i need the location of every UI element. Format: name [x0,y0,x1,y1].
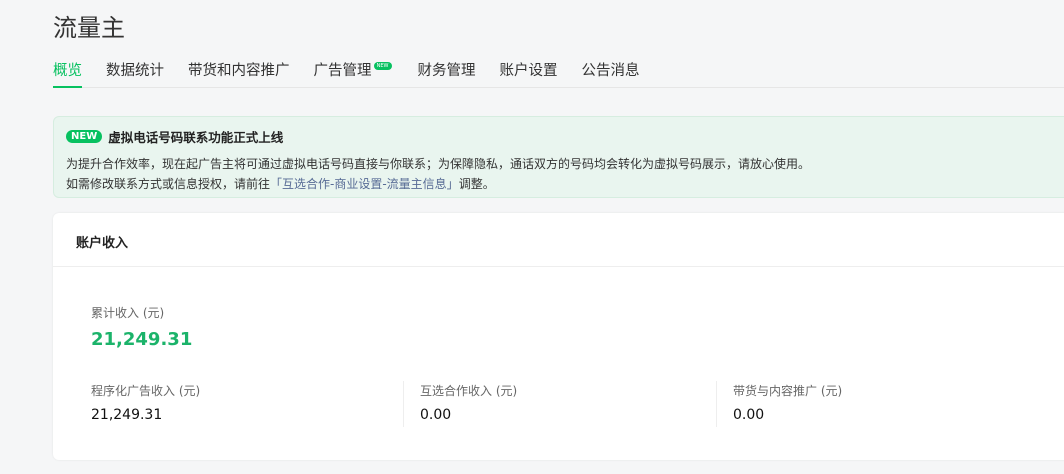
notice-text: 调整。 [458,177,495,191]
tab-finance[interactable]: 财务管理 [418,58,476,88]
notice-title: 虚拟电话号码联系功能正式上线 [108,130,284,145]
account-income-card: 账户收入 累计收入 (元) 21,249.31 程序化广告收入 (元) 21,24… [53,213,1064,460]
notice-line-2: 如需修改联系方式或信息授权，请前往「互选合作-商业设置-流量主信息」调整。 [66,174,1061,194]
main-tabs: 概览 数据统计 带货和内容推广 广告管理 NEW 财务管理 账户设置 公告消息 [53,58,1064,88]
new-tag: NEW [66,130,103,143]
settings-link[interactable]: 「互选合作-商业设置-流量主信息」 [270,177,459,191]
app-title: 流量主 [53,14,125,42]
income-item: 程序化广告收入 (元) 21,249.31 [91,381,404,427]
tab-account-settings[interactable]: 账户设置 [500,58,558,88]
income-item-label: 程序化广告收入 (元) [91,384,201,398]
notice-line-1: 为提升合作效率，现在起广告主将可通过虚拟电话号码直接与你联系；为保障隐私，通话双… [66,157,811,171]
income-item-label: 互选合作收入 (元) [420,384,518,398]
total-income-label: 累计收入 (元) [91,306,165,320]
tab-ad-management[interactable]: 广告管理 NEW [313,58,392,88]
income-item-value: 0.00 [420,407,452,423]
tab-label: 广告管理 [313,63,372,79]
income-item-value: 21,249.31 [91,407,163,423]
total-income-value: 21,249.31 [91,329,193,350]
notice-banner: NEW 虚拟电话号码联系功能正式上线 为提升合作效率，现在起广告主将可通过虚拟电话… [53,116,1064,198]
tab-overview[interactable]: 概览 [53,58,82,88]
income-item: 互选合作收入 (元) 0.00 [404,381,717,427]
income-item-label: 带货与内容推广 (元) [733,384,843,398]
new-badge: NEW [373,62,392,70]
income-breakdown: 程序化广告收入 (元) 21,249.31 互选合作收入 (元) 0.00 带货与内… [91,381,1030,427]
tab-announcements[interactable]: 公告消息 [582,58,640,88]
tab-promotion[interactable]: 带货和内容推广 [188,58,290,88]
notice-text: 如需修改联系方式或信息授权，请前往 [66,177,271,191]
total-income: 累计收入 (元) 21,249.31 [91,304,192,350]
card-title: 账户收入 [53,213,1064,267]
income-item: 带货与内容推广 (元) 0.00 [717,381,1030,427]
tab-data-stats[interactable]: 数据统计 [106,58,164,88]
income-item-value: 0.00 [733,407,765,423]
